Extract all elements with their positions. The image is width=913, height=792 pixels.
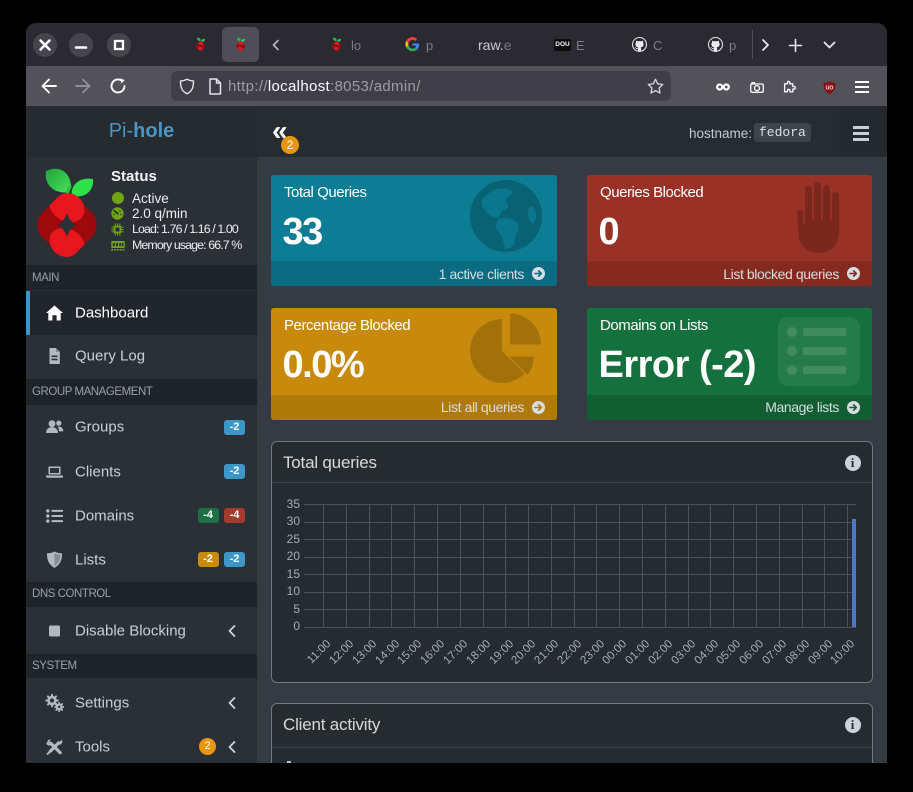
svg-text:UO: UO [826, 85, 834, 91]
